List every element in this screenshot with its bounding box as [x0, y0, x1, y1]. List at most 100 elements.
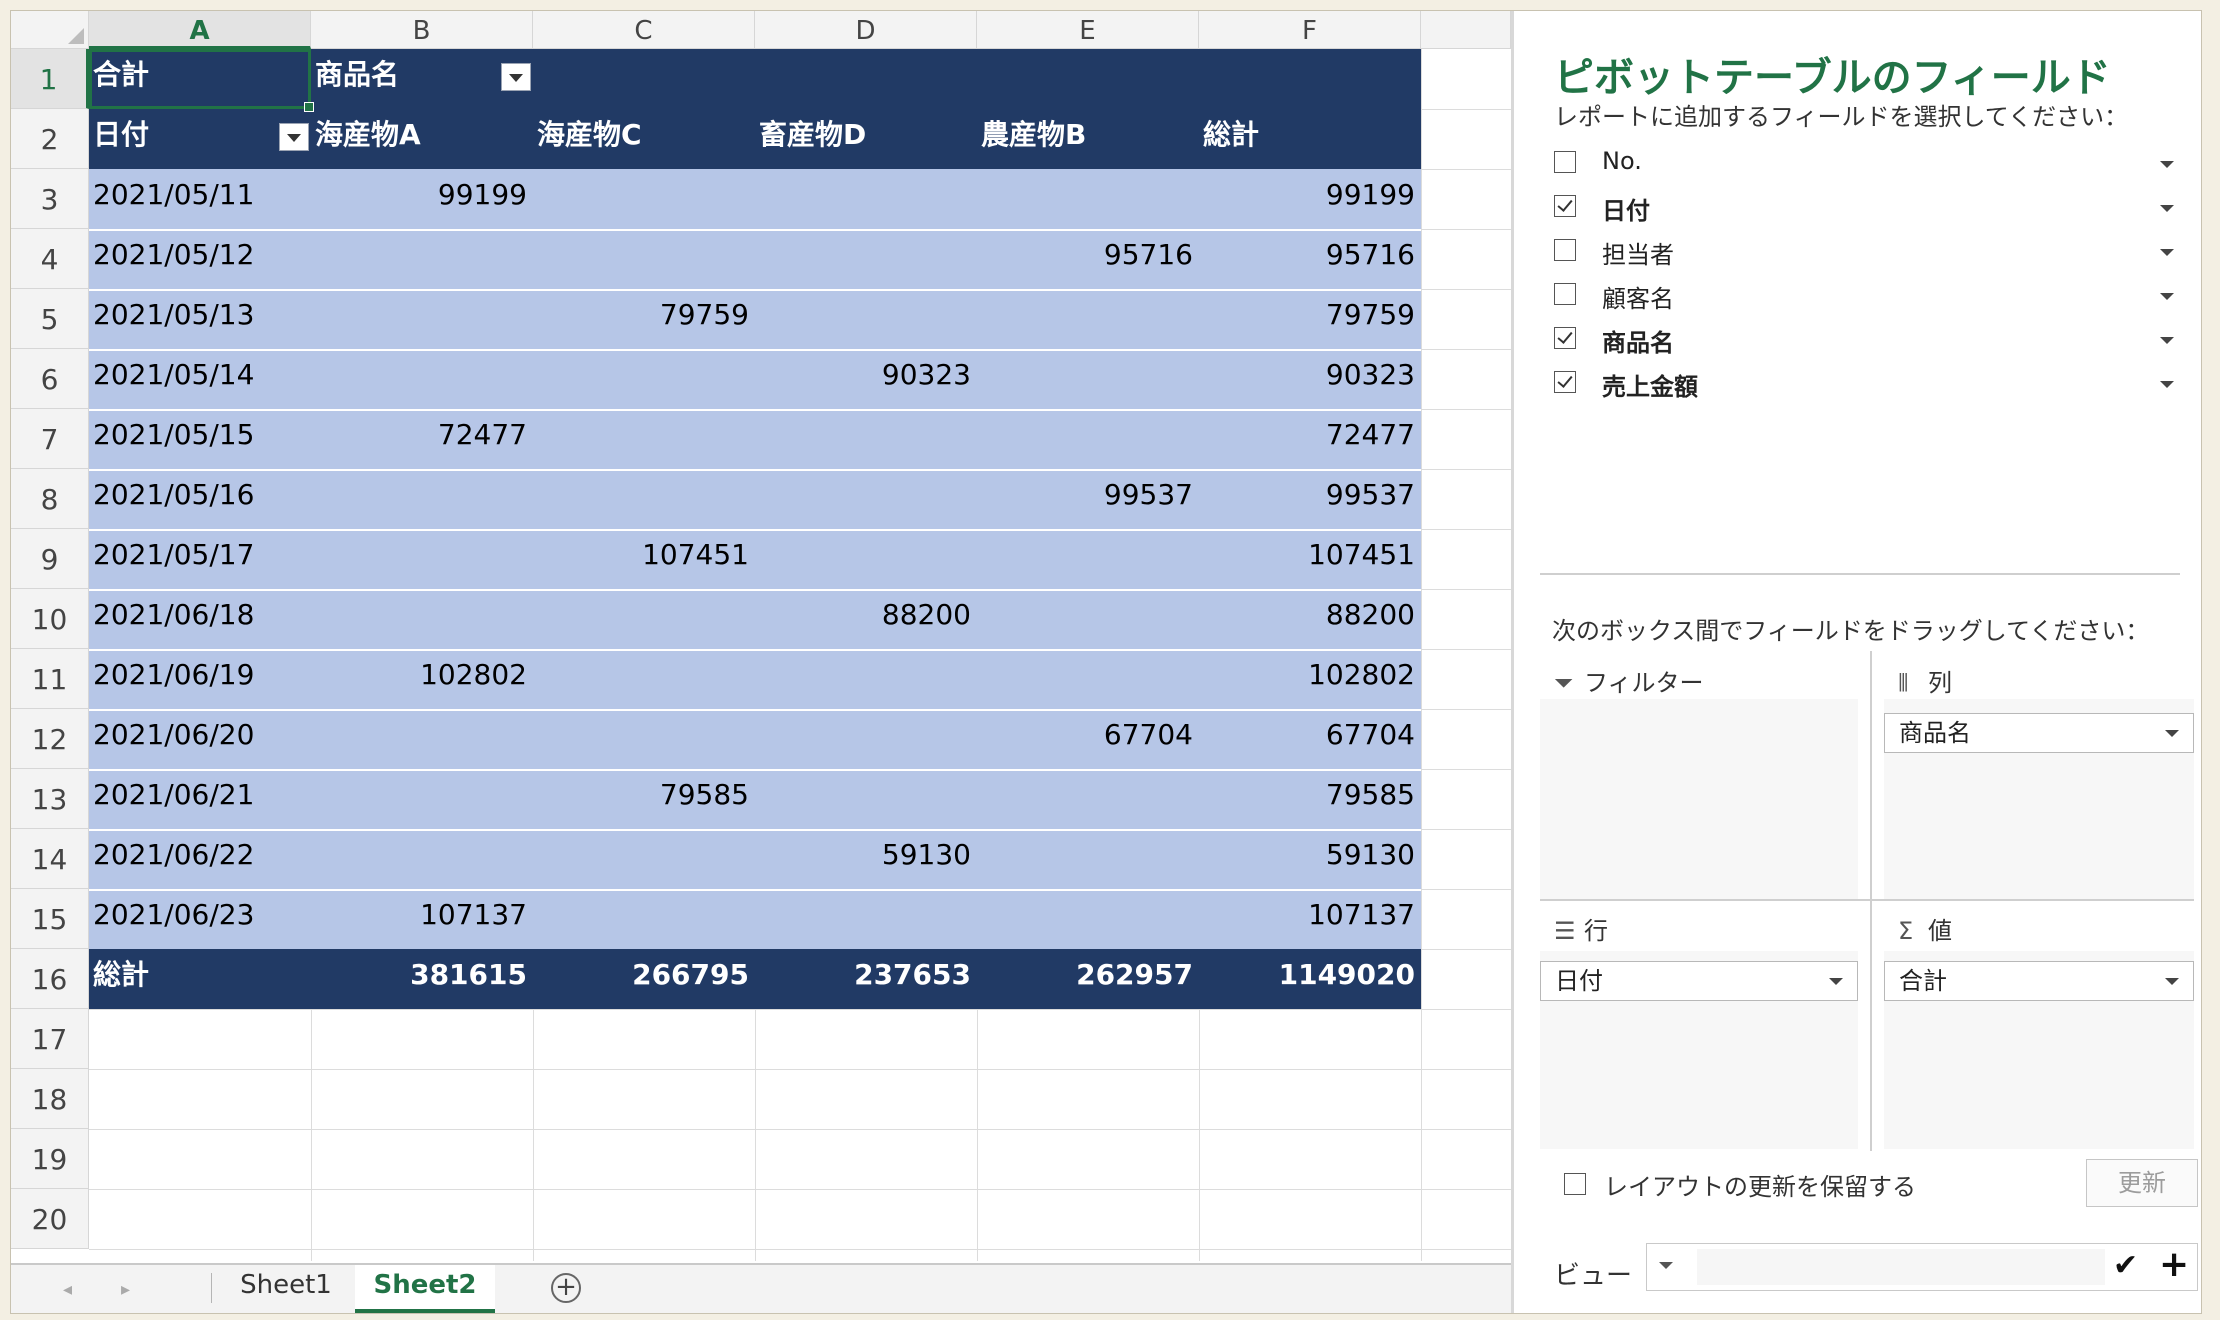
add-sheet-icon[interactable]: +: [551, 1273, 581, 1303]
pivot-value-cell[interactable]: [311, 589, 533, 649]
pivot-row-label[interactable]: 2021/06/22: [89, 829, 311, 889]
pivot-row-field-label[interactable]: 日付: [89, 109, 311, 169]
pivot-value-cell[interactable]: 99199: [311, 169, 533, 229]
pivot-row-label[interactable]: 2021/05/15: [89, 409, 311, 469]
row-filter-dropdown[interactable]: [279, 123, 309, 151]
pivot-row-label[interactable]: 2021/06/21: [89, 769, 311, 829]
pivot-row-label[interactable]: 2021/06/18: [89, 589, 311, 649]
column-header-e[interactable]: E: [977, 11, 1199, 49]
pivot-value-cell[interactable]: [533, 469, 755, 529]
pivot-value-cell[interactable]: [977, 889, 1199, 949]
pivot-value-cell[interactable]: [755, 469, 977, 529]
chevron-down-icon[interactable]: [2160, 337, 2174, 344]
pivot-value-cell[interactable]: 79759: [1199, 289, 1421, 349]
pivot-value-cell[interactable]: [977, 769, 1199, 829]
pivot-row-label[interactable]: 2021/05/12: [89, 229, 311, 289]
row-header-14[interactable]: 14: [11, 829, 89, 889]
pivot-value-cell[interactable]: 79759: [533, 289, 755, 349]
column-header-c[interactable]: C: [533, 11, 755, 49]
row-header-18[interactable]: 18: [11, 1069, 89, 1129]
row-header-20[interactable]: 20: [11, 1189, 89, 1249]
rows-field-dropdown[interactable]: 日付: [1540, 961, 1858, 1001]
pivot-value-cell[interactable]: 99537: [1199, 469, 1421, 529]
pivot-column-header[interactable]: 海産物C: [533, 109, 755, 169]
columns-field-dropdown[interactable]: 商品名: [1884, 713, 2194, 753]
pivot-value-cell[interactable]: [533, 169, 755, 229]
pivot-row-label[interactable]: 2021/05/16: [89, 469, 311, 529]
row-header-1[interactable]: 1: [11, 49, 89, 109]
pivot-value-cell[interactable]: [977, 649, 1199, 709]
pivot-value-cell[interactable]: 67704: [1199, 709, 1421, 769]
pivot-value-cell[interactable]: [311, 769, 533, 829]
view-dropdown[interactable]: ✔ +: [1646, 1243, 2198, 1291]
pivot-column-header[interactable]: 畜産物D: [755, 109, 977, 169]
values-field-dropdown[interactable]: 合計: [1884, 961, 2194, 1001]
pivot-value-cell[interactable]: 72477: [311, 409, 533, 469]
tab-sheet2[interactable]: Sheet2: [355, 1265, 495, 1313]
pivot-value-cell[interactable]: [311, 709, 533, 769]
pivot-value-cell[interactable]: [977, 349, 1199, 409]
column-header-a[interactable]: A: [89, 11, 311, 49]
row-header-15[interactable]: 15: [11, 889, 89, 949]
row-header-6[interactable]: 6: [11, 349, 89, 409]
pivot-row-label[interactable]: 2021/05/14: [89, 349, 311, 409]
plus-icon[interactable]: +: [2159, 1244, 2189, 1285]
pivot-value-cell[interactable]: [977, 169, 1199, 229]
chevron-down-icon[interactable]: [2160, 381, 2174, 388]
pivot-value-cell[interactable]: [755, 649, 977, 709]
filter-area[interactable]: [1540, 699, 1858, 899]
chevron-down-icon[interactable]: [2160, 293, 2174, 300]
tab-scroll-right-icon[interactable]: ▸: [121, 1279, 130, 1300]
field-item[interactable]: 担当者: [1554, 231, 2174, 271]
row-header-10[interactable]: 10: [11, 589, 89, 649]
pivot-value-cell[interactable]: [977, 409, 1199, 469]
pivot-value-cell[interactable]: [311, 529, 533, 589]
pivot-value-cell[interactable]: 95716: [977, 229, 1199, 289]
pivot-value-cell[interactable]: [311, 469, 533, 529]
checkmark-icon[interactable]: ✔: [2113, 1248, 2138, 1283]
row-header-12[interactable]: 12: [11, 709, 89, 769]
pivot-value-cell[interactable]: 72477: [1199, 409, 1421, 469]
row-header-16[interactable]: 16: [11, 949, 89, 1009]
row-header-5[interactable]: 5: [11, 289, 89, 349]
pivot-value-cell[interactable]: 107137: [311, 889, 533, 949]
pivot-column-header[interactable]: 海産物A: [311, 109, 533, 169]
chevron-down-icon[interactable]: [2160, 249, 2174, 256]
pivot-grand-total-cell[interactable]: 266795: [533, 949, 755, 1009]
pivot-value-cell[interactable]: 102802: [311, 649, 533, 709]
pivot-value-cell[interactable]: [977, 289, 1199, 349]
pivot-row-label[interactable]: 2021/06/20: [89, 709, 311, 769]
row-header-4[interactable]: 4: [11, 229, 89, 289]
pivot-row-label[interactable]: 2021/05/13: [89, 289, 311, 349]
pivot-value-cell[interactable]: 102802: [1199, 649, 1421, 709]
pivot-row-label[interactable]: 2021/05/17: [89, 529, 311, 589]
pivot-value-cell[interactable]: [533, 709, 755, 769]
row-header-8[interactable]: 8: [11, 469, 89, 529]
tab-scroll-left-icon[interactable]: ◂: [63, 1279, 72, 1300]
pivot-value-cell[interactable]: 59130: [755, 829, 977, 889]
pivot-grand-total-cell[interactable]: 1149020: [1199, 949, 1421, 1009]
pivot-column-header[interactable]: 総計: [1199, 109, 1421, 169]
pivot-value-cell[interactable]: 90323: [1199, 349, 1421, 409]
field-item[interactable]: 売上金額: [1554, 363, 2174, 403]
pivot-value-cell[interactable]: [533, 589, 755, 649]
field-checkbox[interactable]: [1554, 239, 1576, 261]
row-header-3[interactable]: 3: [11, 169, 89, 229]
pivot-value-cell[interactable]: 88200: [1199, 589, 1421, 649]
column-header-b[interactable]: B: [311, 11, 533, 49]
pivot-value-cell[interactable]: [533, 889, 755, 949]
pivot-row-label[interactable]: 2021/06/19: [89, 649, 311, 709]
field-item[interactable]: No.: [1554, 143, 2174, 183]
row-header-17[interactable]: 17: [11, 1009, 89, 1069]
pivot-value-cell[interactable]: [755, 169, 977, 229]
pivot-value-cell[interactable]: 88200: [755, 589, 977, 649]
column-filter-dropdown[interactable]: [501, 63, 531, 91]
field-checkbox[interactable]: [1554, 327, 1576, 349]
pivot-value-cell[interactable]: [977, 829, 1199, 889]
chevron-down-icon[interactable]: [2160, 161, 2174, 168]
pivot-value-cell[interactable]: 59130: [1199, 829, 1421, 889]
field-item[interactable]: 商品名: [1554, 319, 2174, 359]
pivot-value-cell[interactable]: [311, 289, 533, 349]
pivot-value-cell[interactable]: [533, 649, 755, 709]
pivot-value-cell[interactable]: [755, 289, 977, 349]
